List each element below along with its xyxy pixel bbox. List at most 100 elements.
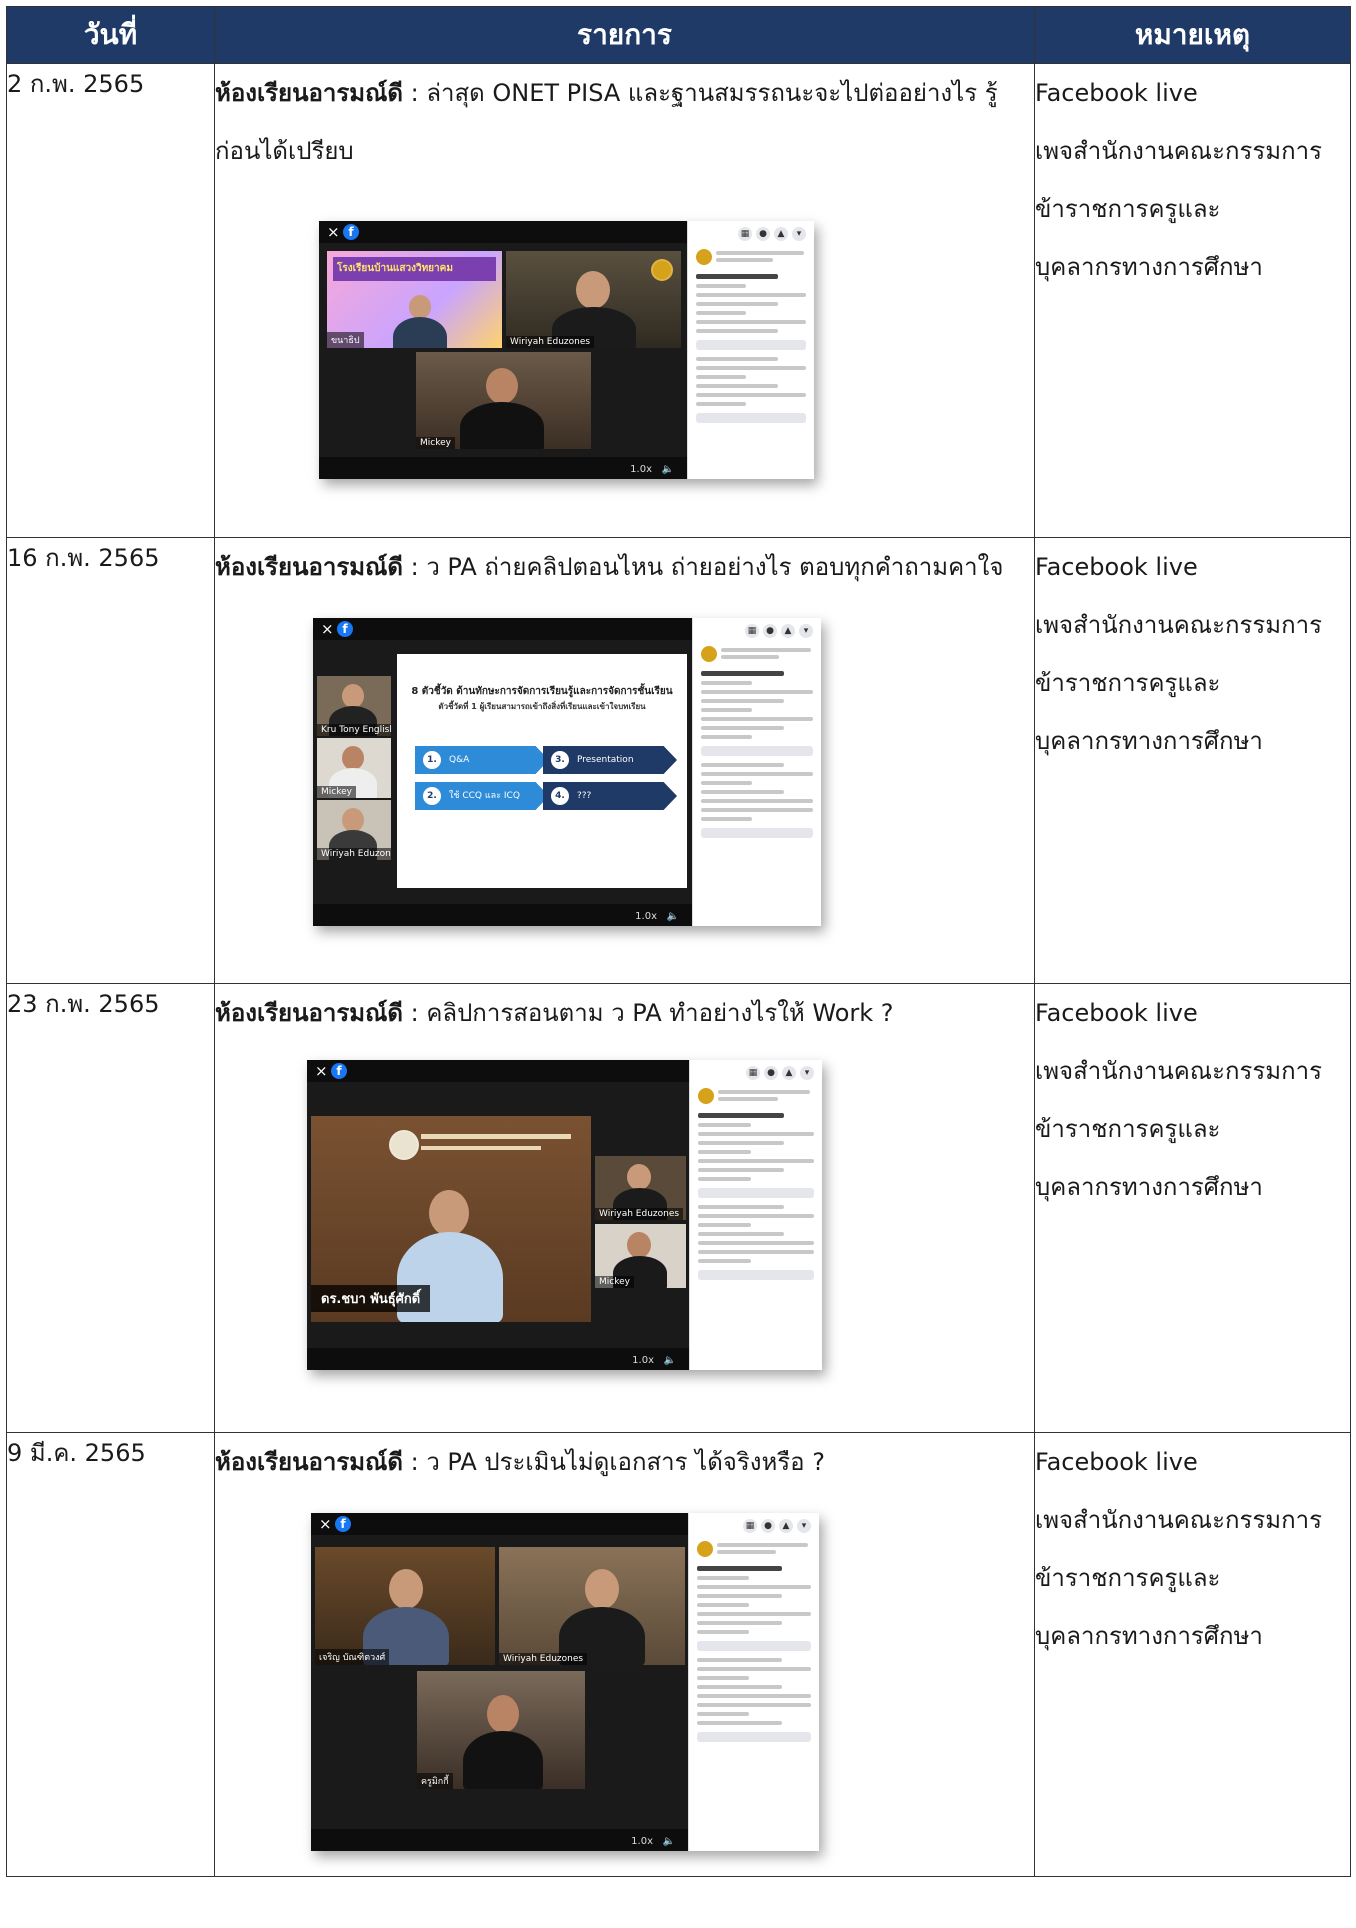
comment-input[interactable] xyxy=(698,1270,814,1280)
row-item: ห้องเรียนอารมณ์ดี : คลิปการสอนตาม ว PA ท… xyxy=(214,983,1035,1433)
row-item: ห้องเรียนอารมณ์ดี : ว PA ถ่ายคลิปตอนไหน … xyxy=(214,537,1035,984)
comment-input[interactable] xyxy=(701,828,813,838)
participant-name: Mickey xyxy=(317,786,356,798)
row-date: 16 ก.พ. 2565 xyxy=(6,537,215,984)
participant-name: Mickey xyxy=(416,437,455,449)
bell-icon[interactable]: ▲ xyxy=(779,1519,793,1533)
row-date: 23 ก.พ. 2565 xyxy=(6,983,215,1433)
chevron-down-icon[interactable]: ▾ xyxy=(797,1519,811,1533)
chevron-down-icon[interactable]: ▾ xyxy=(792,227,806,241)
comments-panel: ▦ ● ▲ ▾ xyxy=(692,618,821,926)
participant-name: ดร.ชบา พันธุ์ศักดิ์ xyxy=(311,1285,431,1312)
note-line: เพจสำนักงานคณะกรรมการ xyxy=(1035,1057,1322,1085)
share-button[interactable] xyxy=(698,1188,814,1198)
messenger-icon[interactable]: ● xyxy=(763,624,777,638)
grid-icon[interactable]: ▦ xyxy=(743,1519,757,1533)
school-banner: โรงเรียนบ้านแสวงวิทยาคม xyxy=(333,257,496,281)
share-button[interactable] xyxy=(697,1641,811,1651)
grid-icon[interactable]: ▦ xyxy=(738,227,752,241)
row-item: ห้องเรียนอารมณ์ดี : ล่าสุด ONET PISA และ… xyxy=(214,63,1035,538)
participant-name: Wiriyah Eduzones xyxy=(499,1653,588,1665)
participant-name: เจริญ บัณฑิตวงศ์ xyxy=(315,1649,390,1665)
step-arrow: 1. Q&A xyxy=(415,746,549,774)
messenger-icon[interactable]: ● xyxy=(764,1066,778,1080)
header-row: วันที่ รายการ หมายเหตุ xyxy=(6,6,1351,64)
grid-icon[interactable]: ▦ xyxy=(746,1066,760,1080)
item-title-text: : ว PA ถ่ายคลิปตอนไหน ถ่ายอย่างไร ตอบทุก… xyxy=(402,553,1004,581)
comment-input[interactable] xyxy=(697,1732,811,1742)
comments-panel: ▦ ● ▲ ▾ xyxy=(689,1060,822,1370)
playback-speed[interactable]: 1.0x xyxy=(635,911,657,922)
note-line: เพจสำนักงานคณะกรรมการ xyxy=(1035,137,1322,165)
volume-icon[interactable]: 🔈 xyxy=(662,464,674,475)
facebook-icon: f xyxy=(331,1063,347,1079)
bell-icon[interactable]: ▲ xyxy=(782,1066,796,1080)
volume-icon[interactable]: 🔈 xyxy=(667,911,679,922)
participant-name: Wiriyah Eduzones xyxy=(506,336,595,348)
video-tile: Kru Tony English xyxy=(317,676,391,736)
facebook-live-screenshot: × f โรงเรียนบ้านแสวงวิทยาคม ขนาธิป Wiriy… xyxy=(319,221,814,479)
video-tile: Mickey xyxy=(595,1224,686,1288)
grid-icon[interactable]: ▦ xyxy=(745,624,759,638)
page-logo xyxy=(696,249,712,265)
video-tile: Mickey xyxy=(416,352,591,449)
participant-name: ขนาธิป xyxy=(327,332,364,348)
note-line: บุคลากรทางการศึกษา xyxy=(1035,727,1263,755)
note-line: ข้าราชการครูและ xyxy=(1035,1564,1221,1592)
note-line: บุคลากรทางการศึกษา xyxy=(1035,1173,1263,1201)
video-tile: ครูมิกกี้ xyxy=(417,1671,585,1789)
video-tile: เจริญ บัณฑิตวงศ์ xyxy=(315,1547,495,1665)
participant-name: Wiriyah Eduzones xyxy=(317,848,391,860)
participant-name: Kru Tony English xyxy=(317,724,391,736)
note-line: บุคลากรทางการศึกษา xyxy=(1035,1622,1263,1650)
messenger-icon[interactable]: ● xyxy=(756,227,770,241)
facebook-icon: f xyxy=(343,224,359,240)
playback-speed[interactable]: 1.0x xyxy=(631,1836,653,1847)
step-arrow: 2. ใช้ CCQ และ ICQ xyxy=(415,782,549,810)
chevron-down-icon[interactable]: ▾ xyxy=(799,624,813,638)
table-row: 23 ก.พ. 2565 ห้องเรียนอารมณ์ดี : คลิปการ… xyxy=(6,983,1351,1433)
comment-input[interactable] xyxy=(696,413,806,423)
close-icon: × xyxy=(321,620,334,638)
row-note: Facebook live เพจสำนักงานคณะกรรมการ ข้าร… xyxy=(1034,983,1351,1433)
item-title-text: : ว PA ประเมินไม่ดูเอกสาร ได้จริงหรือ ? xyxy=(402,1448,825,1476)
chevron-down-icon[interactable]: ▾ xyxy=(800,1066,814,1080)
playback-speed[interactable]: 1.0x xyxy=(630,464,652,475)
volume-icon[interactable]: 🔈 xyxy=(663,1836,675,1847)
table-row: 2 ก.พ. 2565 ห้องเรียนอารมณ์ดี : ล่าสุด O… xyxy=(6,63,1351,538)
page-logo xyxy=(697,1541,713,1557)
comments-panel: ▦ ● ▲ ▾ xyxy=(688,1513,819,1851)
table-row: 16 ก.พ. 2565 ห้องเรียนอารมณ์ดี : ว PA ถ่… xyxy=(6,537,1351,984)
share-button[interactable] xyxy=(701,746,813,756)
item-title-bold: ห้องเรียนอารมณ์ดี xyxy=(215,79,403,107)
step-arrow: 4.??? xyxy=(543,782,677,810)
volume-icon[interactable]: 🔈 xyxy=(664,1355,676,1366)
facebook-icon: f xyxy=(335,1516,351,1532)
page-logo xyxy=(701,646,717,662)
playback-speed[interactable]: 1.0x xyxy=(632,1355,654,1366)
note-line: ข้าราชการครูและ xyxy=(1035,195,1221,223)
header-date: วันที่ xyxy=(6,6,215,64)
video-tile: ดร.ชบา พันธุ์ศักดิ์ xyxy=(311,1116,591,1322)
share-button[interactable] xyxy=(696,340,806,350)
row-date: 9 มี.ค. 2565 xyxy=(6,1432,215,1877)
video-tile: Wiriyah Eduzones xyxy=(499,1547,685,1665)
messenger-icon[interactable]: ● xyxy=(761,1519,775,1533)
bell-icon[interactable]: ▲ xyxy=(781,624,795,638)
header-note: หมายเหตุ xyxy=(1034,6,1351,64)
note-line: ข้าราชการครูและ xyxy=(1035,1115,1221,1143)
video-tile: โรงเรียนบ้านแสวงวิทยาคม ขนาธิป xyxy=(327,251,502,348)
slide-title: 8 ตัวชี้วัด ด้านทักษะการจัดการเรียนรู้แล… xyxy=(411,686,673,697)
row-note: Facebook live เพจสำนักงานคณะกรรมการ ข้าร… xyxy=(1034,537,1351,984)
note-line: Facebook live xyxy=(1035,79,1198,107)
video-tile: Wiriyah Eduzones xyxy=(506,251,681,348)
step-arrow: 3. Presentation xyxy=(543,746,677,774)
participant-name: ครูมิกกี้ xyxy=(417,1773,453,1789)
participant-name: Mickey xyxy=(595,1276,634,1288)
bell-icon[interactable]: ▲ xyxy=(774,227,788,241)
comments-panel: ▦ ● ▲ ▾ xyxy=(687,221,814,479)
item-title-text: : คลิปการสอนตาม ว PA ทำอย่างไรให้ Work ? xyxy=(402,999,894,1027)
item-title: ห้องเรียนอารมณ์ดี : ว PA ถ่ายคลิปตอนไหน … xyxy=(215,538,1034,596)
note-line: Facebook live xyxy=(1035,553,1198,581)
video-tile: Mickey xyxy=(317,738,391,798)
